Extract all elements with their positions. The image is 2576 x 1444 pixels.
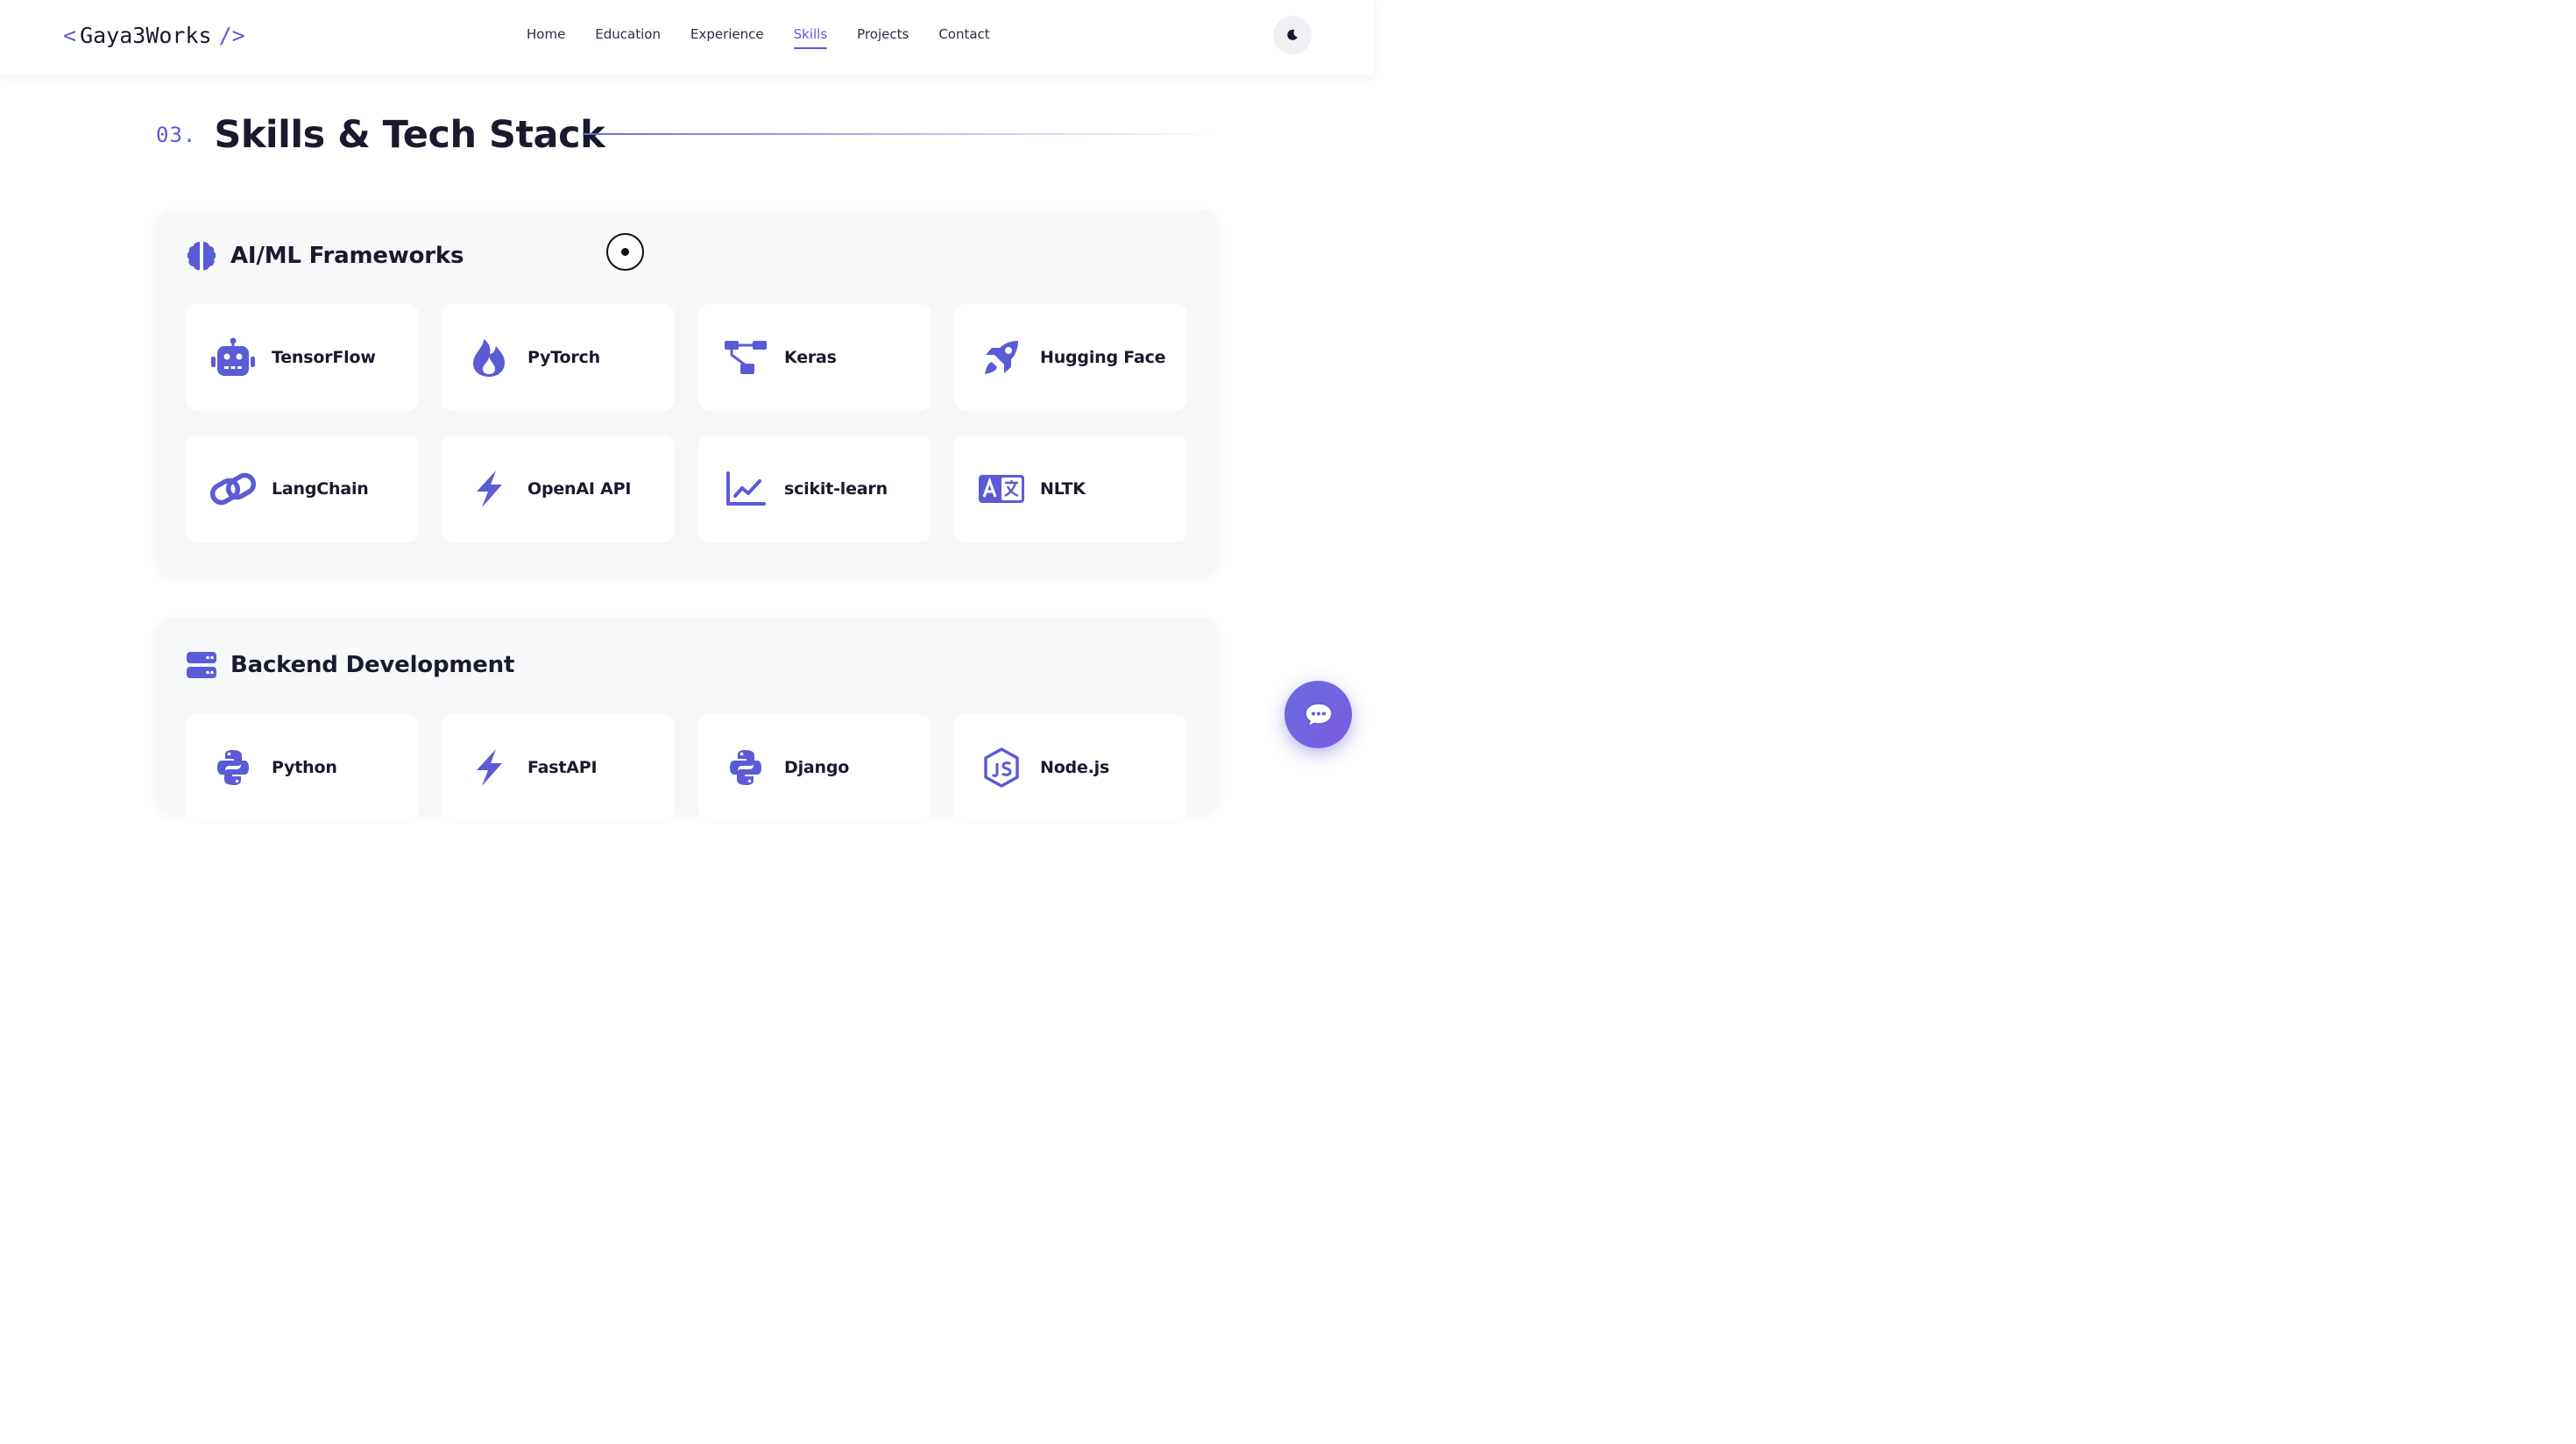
category-header: Backend Development bbox=[186, 649, 514, 681]
skill-label: Django bbox=[784, 758, 850, 777]
logo-close-bracket: /> bbox=[218, 22, 245, 48]
chat-bubble-icon bbox=[1304, 702, 1333, 727]
theme-toggle-button[interactable] bbox=[1273, 16, 1312, 54]
brain-icon bbox=[186, 240, 217, 272]
nav-links: Home Education Experience Skills Project… bbox=[527, 24, 990, 49]
skill-label: OpenAI API bbox=[527, 479, 632, 499]
skill-label: Python bbox=[272, 758, 337, 777]
skill-card-keras[interactable]: Keras bbox=[698, 304, 931, 411]
bolt-icon bbox=[464, 464, 513, 513]
python-icon bbox=[209, 743, 258, 792]
nav-link-experience[interactable]: Experience bbox=[690, 24, 764, 49]
fire-icon bbox=[464, 333, 513, 382]
skill-label: NLTK bbox=[1040, 479, 1086, 499]
skill-label: PyTorch bbox=[527, 348, 600, 367]
category-panel-backend: Backend Development Python FastAPI Djang… bbox=[156, 619, 1218, 821]
nav-link-projects[interactable]: Projects bbox=[857, 24, 909, 49]
skill-label: Keras bbox=[784, 348, 837, 367]
skill-card-hugging-face[interactable]: Hugging Face bbox=[954, 304, 1187, 411]
skill-label: Hugging Face bbox=[1040, 348, 1166, 367]
section-title: Skills & Tech Stack bbox=[214, 113, 605, 157]
category-title: Backend Development bbox=[230, 652, 515, 678]
logo[interactable]: < Gaya3Works /> bbox=[63, 21, 245, 49]
skill-card-nodejs[interactable]: Node.js bbox=[954, 714, 1187, 821]
skill-card-django[interactable]: Django bbox=[698, 714, 931, 821]
chart-line-icon bbox=[721, 464, 770, 513]
skill-card-langchain[interactable]: LangChain bbox=[186, 435, 419, 542]
nav-link-home[interactable]: Home bbox=[527, 24, 565, 49]
nav-link-skills[interactable]: Skills bbox=[793, 24, 827, 49]
robot-icon bbox=[209, 333, 258, 382]
language-icon bbox=[977, 464, 1026, 513]
chat-button[interactable] bbox=[1284, 681, 1352, 748]
python-icon bbox=[721, 743, 770, 792]
category-title: AI/ML Frameworks bbox=[230, 243, 464, 269]
skill-label: TensorFlow bbox=[272, 348, 376, 367]
diagram-icon bbox=[721, 333, 770, 382]
rocket-icon bbox=[977, 333, 1026, 382]
cursor-indicator bbox=[606, 233, 644, 271]
skill-card-fastapi[interactable]: FastAPI bbox=[442, 714, 675, 821]
link-icon bbox=[209, 464, 258, 513]
skill-card-openai-api[interactable]: OpenAI API bbox=[442, 435, 675, 542]
skill-label: Node.js bbox=[1040, 758, 1110, 777]
skill-label: LangChain bbox=[272, 479, 369, 499]
nodejs-icon bbox=[977, 743, 1026, 792]
skill-card-scikit-learn[interactable]: scikit-learn bbox=[698, 435, 931, 542]
section-divider bbox=[583, 133, 1218, 135]
category-panel-ai-ml: AI/ML Frameworks TensorFlow PyTorch Kera… bbox=[156, 209, 1218, 573]
nav-link-contact[interactable]: Contact bbox=[938, 24, 989, 49]
moon-icon bbox=[1287, 29, 1298, 40]
skill-card-nltk[interactable]: NLTK bbox=[954, 435, 1187, 542]
skill-card-tensorflow[interactable]: TensorFlow bbox=[186, 304, 419, 411]
category-header: AI/ML Frameworks bbox=[186, 240, 464, 272]
section-header: 03. Skills & Tech Stack bbox=[156, 110, 605, 159]
bolt-icon bbox=[464, 743, 513, 792]
section-number: 03. bbox=[156, 123, 197, 147]
nav-link-education[interactable]: Education bbox=[595, 24, 661, 49]
navbar: < Gaya3Works /> Home Education Experienc… bbox=[0, 0, 1374, 75]
server-icon bbox=[186, 649, 217, 681]
skill-label: FastAPI bbox=[527, 758, 598, 777]
logo-open-bracket: < bbox=[63, 22, 77, 48]
skill-card-python[interactable]: Python bbox=[186, 714, 419, 821]
skill-card-pytorch[interactable]: PyTorch bbox=[442, 304, 675, 411]
skill-label: scikit-learn bbox=[784, 479, 888, 499]
logo-text: Gaya3Works bbox=[80, 22, 212, 48]
